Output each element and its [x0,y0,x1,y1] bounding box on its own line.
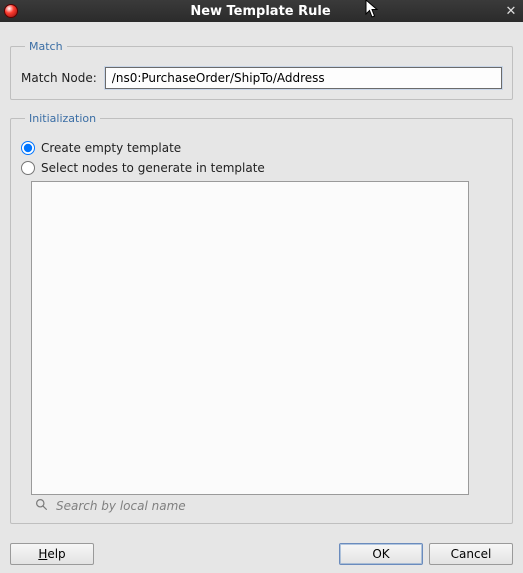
radio-row-empty[interactable]: Create empty template [21,141,502,155]
match-row: Match Node: [21,67,502,89]
window-title: New Template Rule [18,4,503,19]
search-input[interactable] [54,498,465,514]
radio-select-nodes-label: Select nodes to generate in template [41,161,265,175]
app-icon [4,4,18,18]
close-button[interactable]: ✕ [503,3,519,19]
search-icon [35,498,48,514]
search-row [31,495,469,517]
help-button-rest: elp [47,547,65,561]
help-button[interactable]: Help [10,543,94,565]
match-node-label: Match Node: [21,71,97,85]
match-node-input[interactable] [105,67,502,89]
match-group: Match Match Node: [10,40,513,100]
cancel-button[interactable]: Cancel [429,543,513,565]
radio-create-empty[interactable] [21,141,35,155]
button-row: Help OK Cancel [0,541,523,567]
radio-create-empty-label: Create empty template [41,141,181,155]
match-legend: Match [25,40,67,53]
node-tree-panel[interactable] [31,181,469,495]
initialization-group: Initialization Create empty template Sel… [10,112,513,524]
radio-row-select[interactable]: Select nodes to generate in template [21,161,502,175]
initialization-legend: Initialization [25,112,100,125]
ok-button[interactable]: OK [339,543,423,565]
radio-select-nodes[interactable] [21,161,35,175]
dialog-body: Match Match Node: Initialization Create … [0,22,523,546]
close-icon: ✕ [506,5,517,18]
title-bar: New Template Rule ✕ [0,0,523,22]
